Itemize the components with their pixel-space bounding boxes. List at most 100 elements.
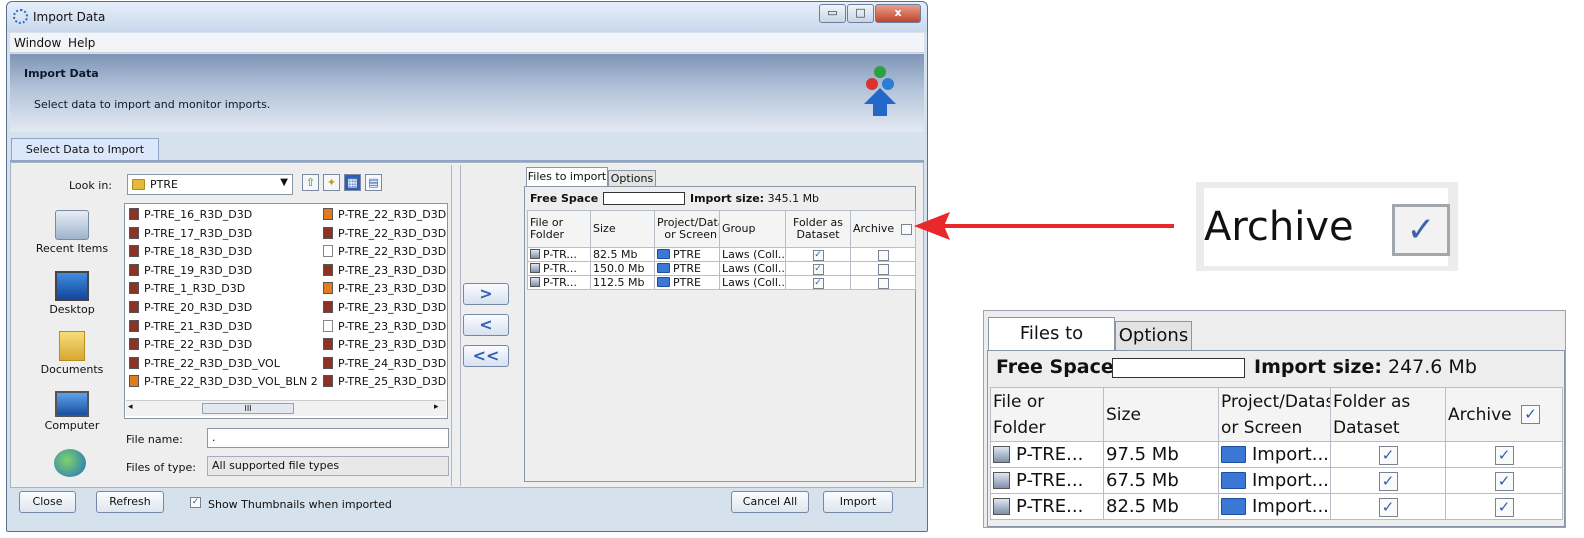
file-list-item[interactable]: P-TRE_22_R3D_D3D xyxy=(323,225,446,243)
file-list-item[interactable]: P-TRE_20_R3D_D3D xyxy=(129,299,252,317)
zoom-header-folder-as-dataset[interactable]: Folder as Dataset xyxy=(1330,387,1446,442)
archive-all-checkbox[interactable] xyxy=(900,223,912,235)
folder-as-dataset-checkbox[interactable]: ✓ xyxy=(1378,471,1398,491)
divider xyxy=(460,165,461,486)
table-cell: P-TRE... xyxy=(990,467,1104,494)
file-name: P-TRE_22_R3D_D3D xyxy=(144,338,253,352)
menu-help[interactable]: Help xyxy=(68,36,95,50)
table-row[interactable]: P-TRE... 82.5 Mb Import... ✓ ✓ xyxy=(990,493,1563,520)
computer-icon xyxy=(55,391,89,417)
file-list-item[interactable]: P-TRE_22_R3D_D3D xyxy=(323,243,446,261)
file-list-item[interactable]: P-TRE_22_R3D_D3D_VOL_BLN 2 xyxy=(129,373,318,391)
look-in-dropdown[interactable]: PTRE ▼ xyxy=(127,174,293,195)
file-list-item[interactable]: P-TRE_21_R3D_D3D xyxy=(129,318,252,336)
title-bar[interactable]: Import Data ▭ □ x xyxy=(7,2,927,32)
table-row[interactable]: P-TRE... 97.5 Mb Import... ✓ ✓ xyxy=(990,441,1563,468)
table-row[interactable]: P-TR... 150.0 Mb PTRE Laws (Coll... ✓ xyxy=(527,261,916,276)
network-icon[interactable] xyxy=(54,449,86,477)
scroll-left-icon[interactable]: ◂ xyxy=(128,402,133,412)
file-name-input[interactable]: . xyxy=(207,428,449,448)
header-group[interactable]: Group xyxy=(719,210,786,248)
place-recent-items[interactable]: Recent Items xyxy=(29,210,115,255)
archive-checkbox[interactable]: ✓ xyxy=(1494,497,1514,517)
row-project: PTRE xyxy=(673,248,701,261)
file-list-item[interactable]: P-TRE_23_R3D_D3D xyxy=(323,280,446,298)
place-desktop[interactable]: Desktop xyxy=(29,271,115,316)
show-thumbnails-checkbox[interactable]: ✓ xyxy=(190,497,201,508)
folder-as-dataset-checkbox[interactable]: ✓ xyxy=(1378,497,1398,517)
file-list-item[interactable]: P-TRE_16_R3D_D3D xyxy=(129,206,252,224)
zoom-header-file[interactable]: File or Folder xyxy=(990,387,1104,442)
archive-checkbox[interactable] xyxy=(877,277,889,289)
details-view-icon[interactable]: ▤ xyxy=(365,174,382,191)
archive-checkbox[interactable]: ✓ xyxy=(1494,445,1514,465)
archive-checkbox[interactable] xyxy=(877,249,889,261)
remove-from-queue-button[interactable]: < xyxy=(463,314,509,336)
minimize-button[interactable]: ▭ xyxy=(819,4,846,23)
list-view-icon[interactable]: ▦ xyxy=(344,174,361,191)
archive-checkbox[interactable] xyxy=(877,263,889,275)
tab-files-to-import[interactable]: Files to import xyxy=(526,167,608,186)
zoom-header-archive[interactable]: Archive ✓ xyxy=(1445,387,1563,442)
place-computer[interactable]: Computer xyxy=(29,391,115,432)
zoom-header-size[interactable]: Size xyxy=(1103,387,1219,442)
files-of-type-dropdown[interactable]: All supported file types xyxy=(207,456,449,476)
cancel-all-button[interactable]: Cancel All xyxy=(731,491,809,513)
table-row[interactable]: P-TR... 112.5 Mb PTRE Laws (Coll... ✓ xyxy=(527,275,916,290)
zoom-header-project[interactable]: Project/Dataset or Screen xyxy=(1218,387,1331,442)
file-list-item[interactable]: P-TRE_22_R3D_D3D xyxy=(129,336,252,354)
zoom-archive-all-checkbox[interactable]: ✓ xyxy=(1521,405,1541,424)
maximize-button[interactable]: □ xyxy=(847,4,874,23)
row-size: 97.5 Mb xyxy=(1106,444,1179,465)
header-project[interactable]: Project/Dataset or Screen xyxy=(654,210,720,248)
header-archive[interactable]: Archive xyxy=(850,210,916,248)
file-list-item[interactable]: P-TRE_18_R3D_D3D xyxy=(129,243,252,261)
file-name: P-TRE_23_R3D_D3D xyxy=(338,319,447,333)
close-window-button[interactable]: x xyxy=(875,4,921,23)
folder-as-dataset-checkbox[interactable]: ✓ xyxy=(1378,445,1398,465)
import-button[interactable]: Import xyxy=(823,491,893,513)
file-list-item[interactable]: P-TRE_1_R3D_D3D xyxy=(129,280,245,298)
file-list-item[interactable]: P-TRE_23_R3D_D3D xyxy=(323,336,446,354)
table-cell: Laws (Coll... xyxy=(719,247,786,262)
zoom-import-queue: Free Space Import size: 247.6 Mb File or… xyxy=(987,350,1565,527)
remove-all-button[interactable]: << xyxy=(463,345,509,367)
file-list-item[interactable]: P-TRE_22_R3D_D3D_VOL xyxy=(129,355,280,373)
add-to-queue-button[interactable]: > xyxy=(463,283,509,305)
scroll-right-icon[interactable]: ▸ xyxy=(434,402,439,412)
zoom-tab-files-to-import[interactable]: Files to import xyxy=(988,317,1115,376)
up-folder-icon[interactable]: ⇧ xyxy=(302,174,319,191)
zoom-archive-checkbox[interactable]: ✓ xyxy=(1392,204,1450,256)
menu-window[interactable]: Window xyxy=(14,36,61,50)
close-button[interactable]: Close xyxy=(19,491,76,513)
file-list-item[interactable]: P-TRE_25_R3D_D3D xyxy=(323,373,446,391)
tab-options[interactable]: Options xyxy=(608,170,656,186)
zoom-tab-options[interactable]: Options xyxy=(1115,321,1192,350)
file-list-item[interactable]: P-TRE_19_R3D_D3D xyxy=(129,262,252,280)
new-folder-icon[interactable]: ✦ xyxy=(323,174,340,191)
file-list-item[interactable]: P-TRE_22_R3D_D3D xyxy=(323,206,446,224)
table-row[interactable]: P-TRE... 67.5 Mb Import... ✓ ✓ xyxy=(990,467,1563,494)
file-list-item[interactable]: P-TRE_23_R3D_D3D xyxy=(323,262,446,280)
row-project: Import... xyxy=(1252,496,1329,517)
scrollbar-thumb[interactable]: III xyxy=(202,403,294,414)
file-list-item[interactable]: P-TRE_23_R3D_D3D xyxy=(323,299,446,317)
folder-as-dataset-checkbox[interactable]: ✓ xyxy=(812,263,824,275)
file-list-item[interactable]: P-TRE_24_R3D_D3D xyxy=(323,355,446,373)
refresh-button[interactable]: Refresh xyxy=(96,491,164,513)
place-documents[interactable]: Documents xyxy=(29,331,115,376)
archive-checkbox[interactable]: ✓ xyxy=(1494,471,1514,491)
table-cell: PTRE xyxy=(654,247,720,262)
folder-as-dataset-checkbox[interactable]: ✓ xyxy=(812,249,824,261)
file-list[interactable]: P-TRE_16_R3D_D3D P-TRE_17_R3D_D3D P-TRE_18… xyxy=(124,203,448,419)
horizontal-scrollbar[interactable]: ◂ III ▸ xyxy=(126,400,446,416)
table-cell: Laws (Coll... xyxy=(719,261,786,276)
header-folder-as-dataset[interactable]: Folder as Dataset xyxy=(785,210,851,248)
header-size[interactable]: Size xyxy=(590,210,655,248)
file-list-item[interactable]: P-TRE_17_R3D_D3D xyxy=(129,225,252,243)
header-file[interactable]: File or Folder xyxy=(527,210,591,248)
tab-select-data[interactable]: Select Data to Import xyxy=(11,138,159,161)
table-row[interactable]: P-TR... 82.5 Mb PTRE Laws (Coll... ✓ xyxy=(527,247,916,262)
file-list-item[interactable]: P-TRE_23_R3D_D3D xyxy=(323,318,446,336)
folder-as-dataset-checkbox[interactable]: ✓ xyxy=(812,277,824,289)
